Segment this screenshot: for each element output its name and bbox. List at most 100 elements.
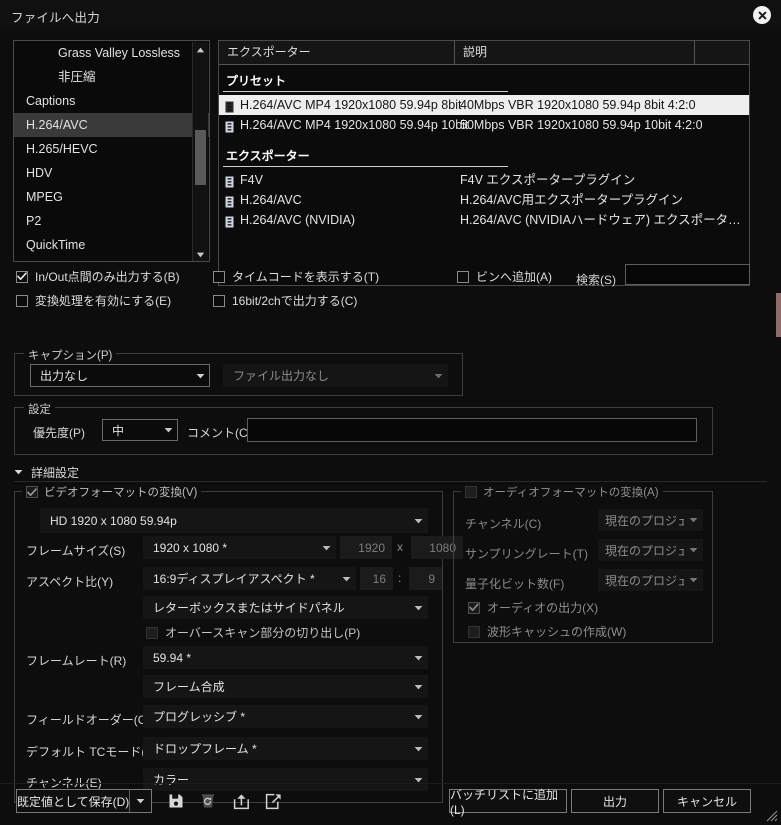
video-channel-combo[interactable]: カラー: [143, 768, 428, 791]
preset-list[interactable]: H.264/AVC MP4 1920x1080 59.94p 8bit 40Mbp…: [219, 95, 749, 135]
category-item[interactable]: 非圧縮: [14, 65, 209, 89]
export-icon[interactable]: [261, 790, 285, 812]
chevron-down-icon: [409, 518, 427, 524]
audio-format-group: オーディオフォーマットの変換(A) チャンネル(C) 現在のプロジェクト設定 サ…: [453, 484, 713, 643]
import-icon[interactable]: [229, 790, 253, 812]
audio-output-label: オーディオの出力(X): [487, 601, 599, 615]
window-edge-accent: [776, 293, 781, 337]
checkbox-box: [468, 625, 480, 638]
letterbox-value: レターボックスまたはサイドパネル: [153, 601, 345, 615]
search-label: 検索(S): [576, 273, 616, 287]
chevron-down-icon: [191, 373, 209, 379]
add-to-batch-list-button[interactable]: バッチリストに追加(L): [449, 788, 567, 817]
enable-conversion-checkbox[interactable]: 変換処理を有効にする(E): [16, 292, 171, 309]
category-item[interactable]: Captions: [14, 89, 209, 113]
preset-row[interactable]: H.264/AVC MP4 1920x1080 59.94p 8bit 40Mbp…: [219, 95, 749, 115]
checkbox-box: [16, 270, 28, 283]
category-list-scrollbar[interactable]: [192, 42, 208, 261]
output-16bit-2ch-label: 16bit/2chで出力する(C): [232, 294, 358, 308]
aspect-denominator-input[interactable]: [409, 567, 442, 590]
overscan-crop-checkbox[interactable]: オーバースキャン部分の切り出し(P): [146, 624, 360, 641]
file-icon: [225, 194, 234, 208]
aspect-ratio-combo[interactable]: 16:9ディスプレイアスペクト *: [143, 567, 356, 590]
exporter-row[interactable]: H.264/AVC H.264/AVC用エクスポータープラグイン: [219, 190, 749, 210]
save-icon[interactable]: [164, 790, 188, 812]
preset-row[interactable]: H.264/AVC MP4 1920x1080 59.94p 10bit 50Mb…: [219, 115, 749, 135]
close-icon[interactable]: [753, 6, 771, 24]
audio-format-enable-checkbox[interactable]: オーディオフォーマットの変換(A): [461, 484, 663, 500]
file-icon: [225, 214, 234, 228]
caption-file-combo[interactable]: ファイル出力なし: [223, 364, 448, 387]
category-item[interactable]: Grass Valley Lossless: [14, 41, 209, 65]
audio-output-checkbox[interactable]: オーディオの出力(X): [468, 599, 598, 616]
inout-only-checkbox[interactable]: In/Out点間のみ出力する(B): [16, 268, 180, 285]
frame-size-separator: x: [397, 540, 403, 554]
caption-mode-value: 出力なし: [40, 369, 89, 383]
scrollbar-thumb[interactable]: [195, 130, 206, 185]
exporter-row[interactable]: H.264/AVC (NVIDIA) H.264/AVC (NVIDIAハードウェ…: [219, 210, 749, 230]
delete-icon[interactable]: [196, 790, 220, 812]
dialog-body: Grass Valley Lossless 非圧縮 Captions H.264/AV…: [0, 29, 781, 825]
audio-bitdepth-combo[interactable]: 現在のプロジェクト設…: [598, 569, 703, 591]
exporter-list[interactable]: F4V F4V エクスポータープラグイン H.264/AVC H.264/AVC用エク…: [219, 170, 749, 230]
category-item[interactable]: QuickTime: [14, 233, 209, 257]
exporter-list-header: エクスポーター 説明: [219, 41, 749, 65]
category-item[interactable]: H.265/HEVC: [14, 137, 209, 161]
category-item[interactable]: H.264/AVC: [14, 113, 209, 137]
field-order-combo[interactable]: プログレッシブ *: [143, 705, 428, 728]
audio-channel-combo[interactable]: 現在のプロジェクト設定: [598, 509, 703, 531]
audio-format-group-label: オーディオフォーマットの変換(A): [483, 487, 659, 499]
tc-mode-combo[interactable]: ドロップフレーム *: [143, 737, 428, 760]
save-as-default-button[interactable]: 既定値として保存(D): [16, 789, 152, 813]
video-format-enable-checkbox[interactable]: ビデオフォーマットの変換(V): [22, 484, 202, 500]
resize-grip[interactable]: [764, 808, 778, 822]
scroll-down-arrow-icon[interactable]: [193, 247, 208, 261]
show-timecode-checkbox[interactable]: タイムコードを表示する(T): [213, 268, 379, 285]
framerate-combo[interactable]: 59.94 *: [143, 646, 428, 669]
column-header-description[interactable]: 説明: [454, 41, 694, 64]
waveform-cache-label: 波形キャッシュの作成(W): [487, 625, 627, 639]
chevron-down-icon: [409, 605, 427, 611]
checkbox-box: [16, 294, 28, 307]
waveform-cache-checkbox[interactable]: 波形キャッシュの作成(W): [468, 623, 626, 640]
column-header-extra[interactable]: [694, 41, 749, 64]
checkbox-box: [146, 626, 158, 639]
enable-conversion-label: 変換処理を有効にする(E): [35, 294, 172, 308]
caption-mode-combo[interactable]: 出力なし: [30, 364, 210, 387]
search-input[interactable]: [625, 264, 750, 285]
scroll-up-arrow-icon[interactable]: [193, 42, 208, 57]
priority-combo[interactable]: 中: [102, 419, 178, 441]
exporter-row[interactable]: F4V F4V エクスポータープラグイン: [219, 170, 749, 190]
overscan-crop-label: オーバースキャン部分の切り出し(P): [165, 626, 361, 640]
exporter-group-title: エクスポーター: [226, 149, 310, 163]
comment-input[interactable]: [247, 418, 697, 442]
aspect-numerator-input[interactable]: [360, 567, 393, 590]
frame-width-input[interactable]: [340, 536, 392, 559]
format-category-list[interactable]: Grass Valley Lossless 非圧縮 Captions H.264/AV…: [13, 40, 210, 262]
category-item[interactable]: HDV: [14, 161, 209, 185]
column-header-exporter[interactable]: エクスポーター: [219, 41, 454, 64]
audio-samplerate-combo[interactable]: 現在のプロジェクト設…: [598, 539, 703, 561]
letterbox-combo[interactable]: レターボックスまたはサイドパネル: [143, 596, 428, 619]
file-icon: [225, 119, 234, 133]
frame-size-combo[interactable]: 1920 x 1080 *: [143, 536, 336, 559]
chevron-down-icon[interactable]: [129, 790, 151, 812]
checkbox-box: [457, 270, 469, 283]
add-to-batch-list-label: バッチリストに追加(L): [450, 787, 559, 817]
add-to-bin-checkbox[interactable]: ビンへ追加(A): [457, 268, 552, 285]
frame-blend-combo[interactable]: フレーム合成: [143, 675, 428, 698]
video-format-group-label: ビデオフォーマットの変換(V): [44, 487, 198, 499]
aspect-ratio-label: アスペクト比(Y): [26, 575, 114, 589]
preset-row-description: 50Mbps VBR 1920x1080 59.94p 10bit 4:2:0: [460, 118, 703, 132]
aspect-ratio-value: 16:9ディスプレイアスペクト *: [153, 572, 315, 586]
exporter-row-description: H.264/AVC (NVIDIAハードウェア) エクスポータ…: [460, 213, 741, 227]
video-format-preset-combo[interactable]: HD 1920 x 1080 59.94p: [40, 508, 428, 533]
cancel-button[interactable]: キャンセル: [663, 789, 751, 813]
category-item[interactable]: P2: [14, 209, 209, 233]
export-button[interactable]: 出力: [571, 789, 659, 813]
video-format-group: ビデオフォーマットの変換(V) HD 1920 x 1080 59.94p フレ…: [14, 484, 463, 803]
advanced-settings-expander[interactable]: 詳細設定: [14, 462, 713, 482]
category-item[interactable]: MPEG: [14, 185, 209, 209]
chevron-down-icon: [409, 655, 427, 661]
output-16bit-2ch-checkbox[interactable]: 16bit/2chで出力する(C): [213, 292, 357, 309]
